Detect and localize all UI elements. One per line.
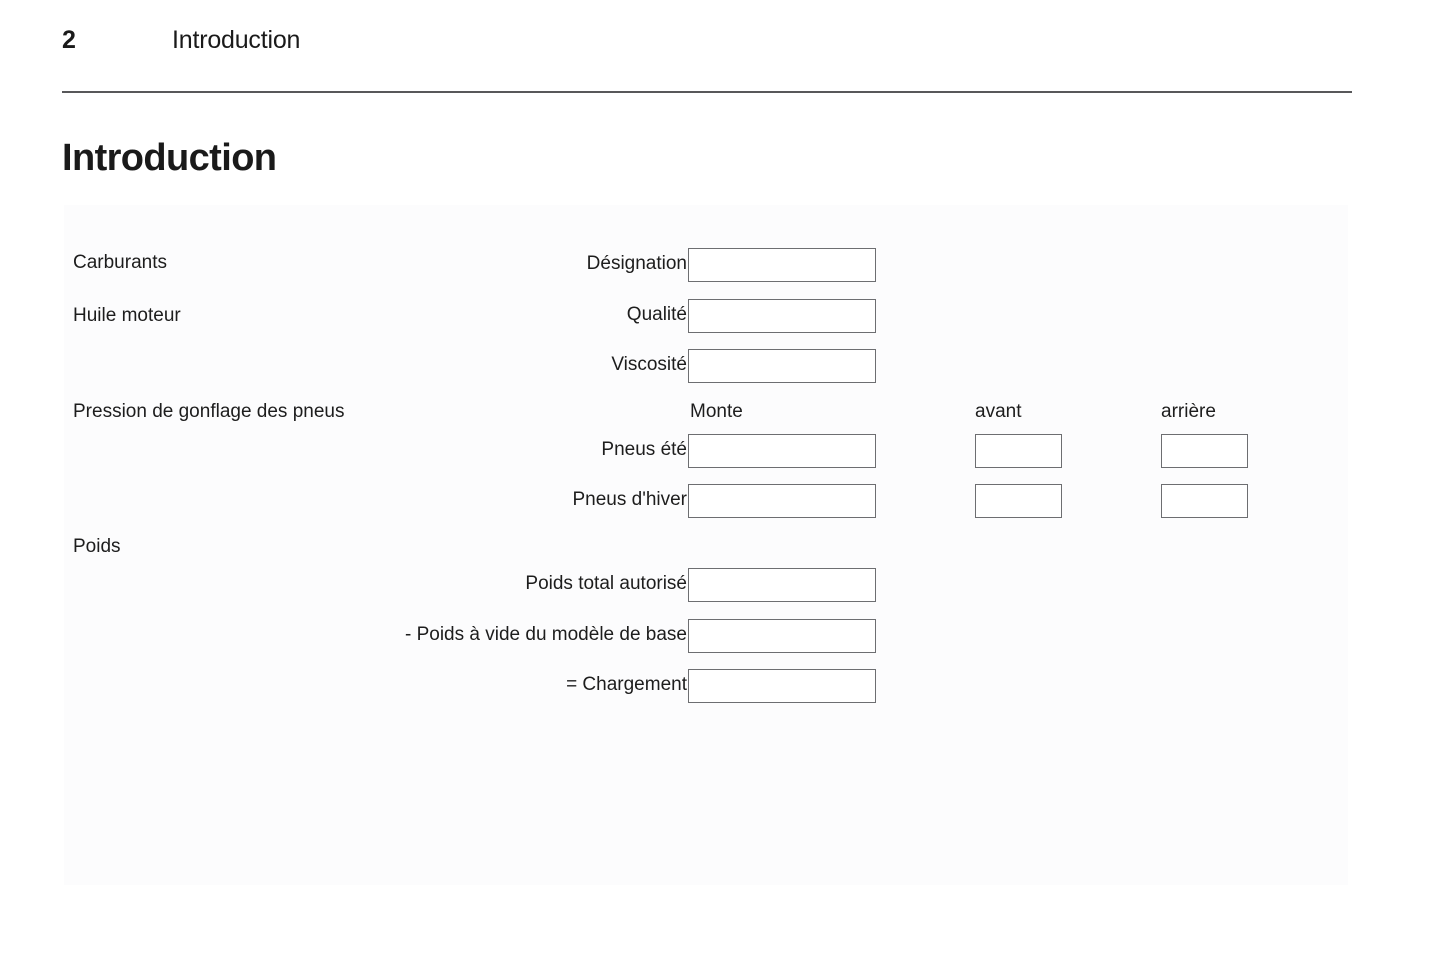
input-designation[interactable] <box>688 248 876 282</box>
column-header-monte: Monte <box>690 401 743 422</box>
input-pneus-hiver-arriere[interactable] <box>1161 484 1248 518</box>
row-label-pneus-hiver: Pneus d'hiver <box>572 489 687 510</box>
row-label-qualite: Qualité <box>626 304 687 325</box>
section-label-pression-pneus: Pression de gonflage des pneus <box>73 401 345 422</box>
header-chapter-name: Introduction <box>172 26 301 54</box>
vehicle-data-form-panel: Carburants Huile moteur Pression de gonf… <box>64 205 1348 885</box>
row-label-chargement: = Chargement <box>566 674 687 695</box>
input-pneus-hiver-monte[interactable] <box>688 484 876 518</box>
input-poids-a-vide[interactable] <box>688 619 876 653</box>
input-viscosite[interactable] <box>688 349 876 383</box>
page-title: Introduction <box>62 137 277 180</box>
input-pneus-ete-arriere[interactable] <box>1161 434 1248 468</box>
row-label-designation: Désignation <box>586 253 687 274</box>
input-pneus-hiver-avant[interactable] <box>975 484 1062 518</box>
input-qualite[interactable] <box>688 299 876 333</box>
header-divider-rule <box>62 91 1352 93</box>
column-header-avant: avant <box>975 401 1022 422</box>
row-label-poids-a-vide: - Poids à vide du modèle de base <box>404 624 687 645</box>
row-label-poids-total-autorise: Poids total autorisé <box>525 573 687 594</box>
column-header-arriere: arrière <box>1161 401 1216 422</box>
section-label-poids: Poids <box>73 536 121 557</box>
input-pneus-ete-avant[interactable] <box>975 434 1062 468</box>
row-label-pneus-ete: Pneus été <box>601 439 687 460</box>
page-number: 2 <box>62 26 76 54</box>
row-label-viscosite: Viscosité <box>611 354 687 375</box>
input-poids-total-autorise[interactable] <box>688 568 876 602</box>
section-label-carburants: Carburants <box>73 252 167 273</box>
input-pneus-ete-monte[interactable] <box>688 434 876 468</box>
section-label-huile-moteur: Huile moteur <box>73 305 181 326</box>
input-chargement[interactable] <box>688 669 876 703</box>
page-header: 2 Introduction <box>62 28 1352 72</box>
